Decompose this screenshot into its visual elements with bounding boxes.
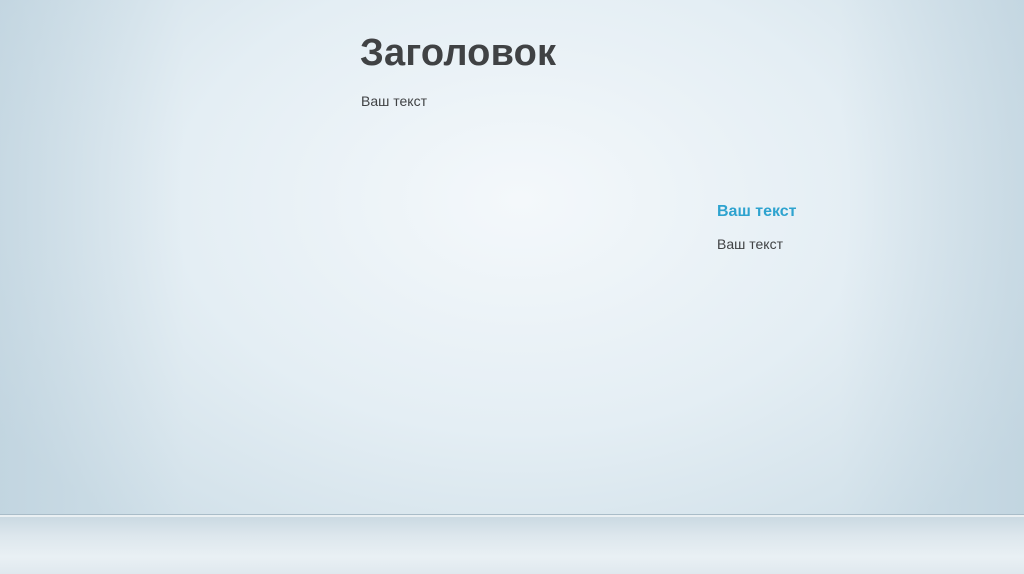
slide-title: Заголовок: [360, 32, 557, 74]
floor-band: [0, 514, 1024, 574]
background-vignette: [0, 0, 1024, 574]
aside-text: Ваш текст: [717, 236, 783, 252]
floor-highlight-line: [0, 515, 1024, 517]
slide: { "slide": { "title": "Заголовок", "body…: [0, 0, 1024, 574]
slide-body-text: Ваш текст: [361, 93, 427, 109]
aside-heading: Ваш текст: [717, 203, 797, 220]
